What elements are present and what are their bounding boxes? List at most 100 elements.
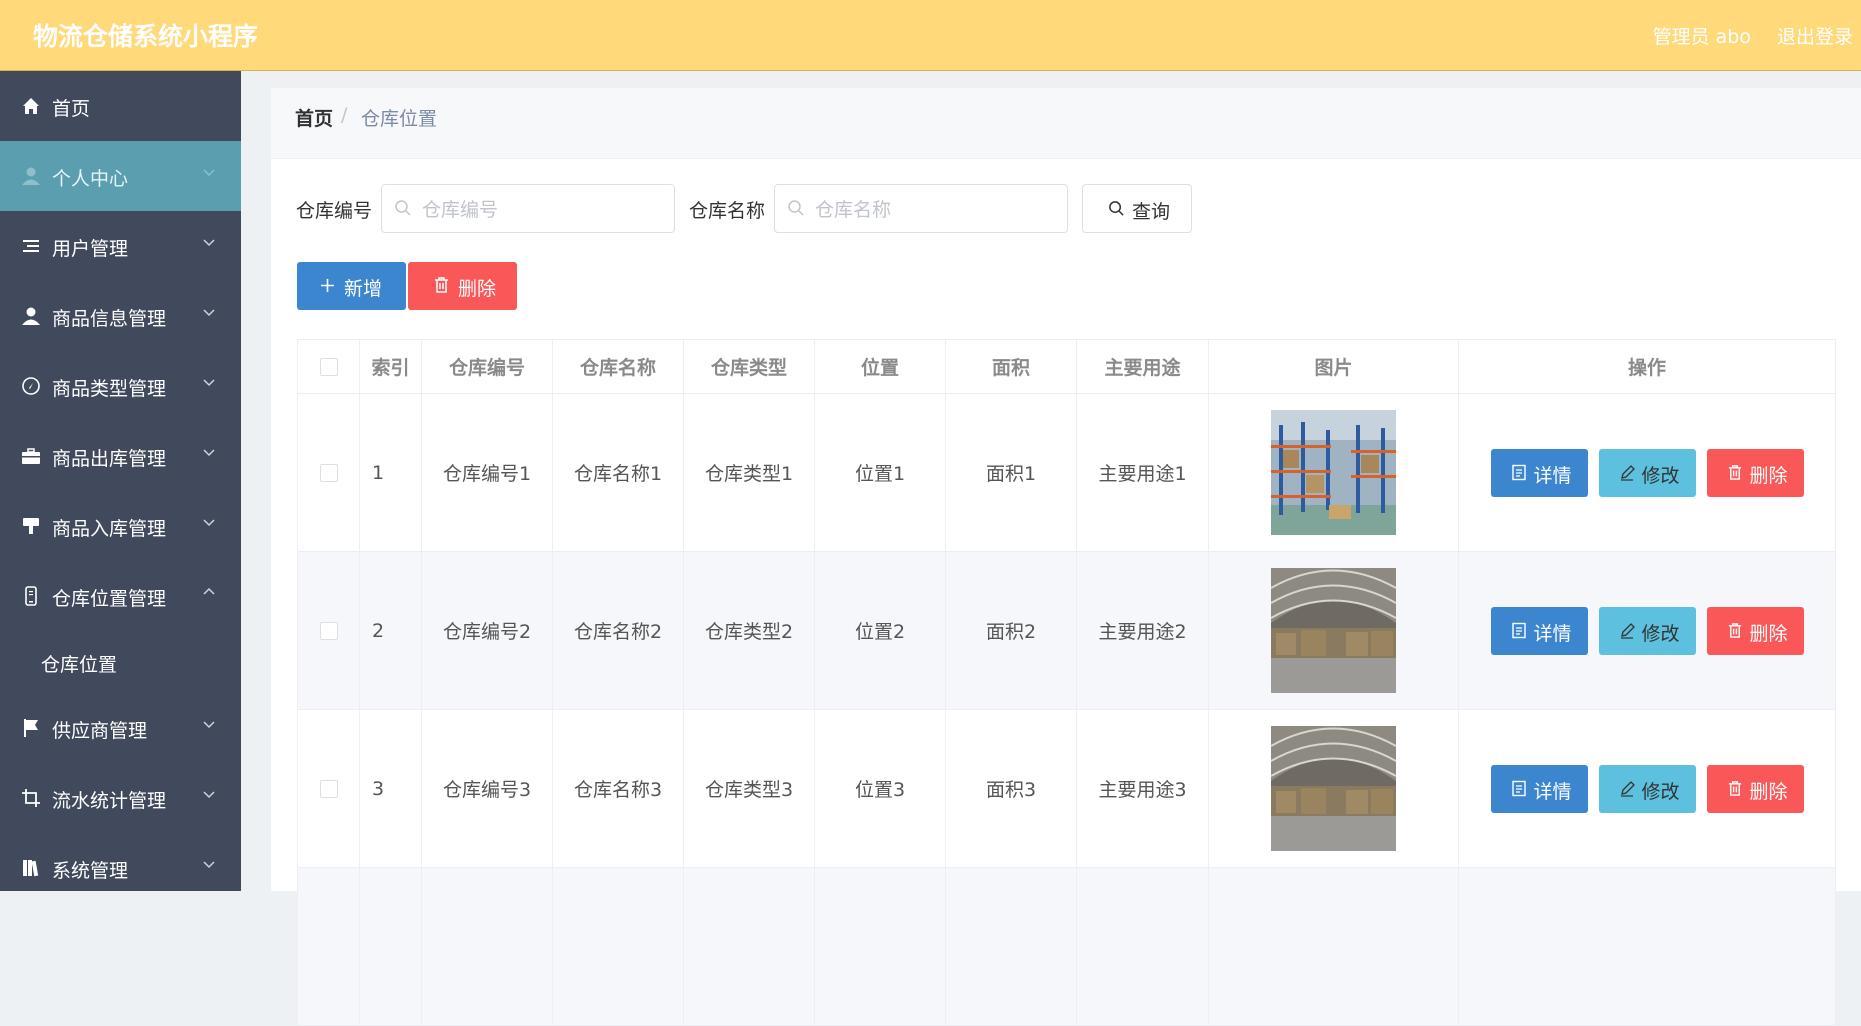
add-button-label: 新增 [344, 278, 383, 300]
chevron-down-icon [203, 169, 215, 177]
cell-warehouse-name: 仓库名称2 [552, 551, 684, 710]
table-row: 3 仓库编号3 仓库名称3 仓库类型3 位置3 面积3 主要用途3 详情 修改 … [297, 709, 1836, 868]
cell-area: 面积1 [945, 393, 1077, 552]
edit-button-label: 修改 [1641, 464, 1680, 487]
cell-warehouse-type: 仓库类型3 [683, 709, 815, 868]
sidebar-item-label: 商品入库管理 [52, 518, 167, 540]
edit-icon [1620, 464, 1635, 481]
edit-button[interactable]: 修改 [1598, 606, 1696, 655]
edit-button[interactable]: 修改 [1598, 764, 1696, 813]
cell-area: 面积2 [945, 551, 1077, 710]
detail-button[interactable]: 详情 [1490, 448, 1588, 497]
trash-icon [1728, 464, 1741, 480]
sidebar-subitem-warehouse-location[interactable]: 仓库位置 [0, 631, 241, 693]
search-icon [1109, 201, 1124, 216]
user-icon [22, 167, 40, 185]
document-icon [1511, 464, 1526, 480]
search-icon [788, 200, 804, 216]
app-title: 物流仓储系统小程序 [33, 22, 259, 51]
edit-icon [1620, 622, 1635, 639]
row-checkbox[interactable] [319, 464, 338, 482]
user-icon [22, 307, 40, 325]
sidebar-subitem-label: 仓库位置 [41, 654, 118, 676]
select-all-checkbox[interactable] [319, 358, 338, 376]
sidebar-item-product-outbound[interactable]: 商品出库管理 [0, 421, 241, 491]
book-icon [23, 860, 39, 877]
warehouse-code-label: 仓库编号 [296, 200, 373, 222]
flag-icon [24, 719, 38, 737]
trash-icon [1728, 622, 1741, 638]
sidebar-item-label: 商品类型管理 [52, 378, 167, 400]
detail-button[interactable]: 详情 [1490, 606, 1588, 655]
cell-location: 位置2 [814, 551, 946, 710]
sidebar-item-personal-center[interactable]: 个人中心 [0, 141, 241, 211]
logout-link[interactable]: 退出登录 [1777, 22, 1853, 49]
sidebar-item-supplier[interactable]: 供应商管理 [0, 693, 241, 763]
crop-icon [22, 789, 40, 807]
cell-actions: 详情 修改 删除 [1458, 709, 1836, 868]
header-usage: 主要用途 [1076, 339, 1209, 394]
warehouse-racks-photo [1271, 410, 1396, 535]
sidebar-item-warehouse-location-management[interactable]: 仓库位置管理 [0, 561, 241, 631]
cell-warehouse-type: 仓库类型2 [683, 551, 815, 710]
cell-warehouse-code: 仓库编号1 [421, 393, 553, 552]
header-select-all[interactable] [297, 339, 360, 394]
home-icon [23, 98, 39, 114]
row-checkbox[interactable] [319, 622, 338, 640]
table-row [297, 867, 1836, 1026]
sidebar-item-system[interactable]: 系统管理 [0, 833, 241, 891]
row-index [359, 867, 422, 1026]
cell-warehouse-code: 仓库编号2 [421, 551, 553, 710]
plus-icon [321, 279, 334, 292]
warehouse-hall-photo [1271, 568, 1396, 693]
warehouse-name-label: 仓库名称 [689, 200, 766, 222]
cell-location: 位置3 [814, 709, 946, 868]
delete-button-label: 删除 [1749, 464, 1788, 487]
sidebar-item-label: 商品信息管理 [52, 308, 167, 330]
list-icon [23, 240, 39, 252]
sidebar-item-statistics[interactable]: 流水统计管理 [0, 763, 241, 833]
cell-area: 面积3 [945, 709, 1077, 868]
add-button[interactable]: 新增 [297, 262, 406, 310]
cell-warehouse-code [421, 867, 553, 1026]
sidebar-item-user-management[interactable]: 用户管理 [0, 211, 241, 281]
edit-icon [1620, 780, 1635, 797]
delete-button[interactable]: 删除 [1706, 606, 1804, 655]
delete-button[interactable]: 删除 [1706, 764, 1804, 813]
cell-image [1208, 393, 1459, 552]
sidebar-item-product-type[interactable]: 商品类型管理 [0, 351, 241, 421]
search-icon [395, 200, 411, 216]
query-button[interactable]: 查询 [1082, 184, 1192, 233]
sidebar-item-product-inbound[interactable]: 商品入库管理 [0, 491, 241, 561]
warehouse-name-field[interactable] [774, 184, 1068, 233]
warehouse-code-field[interactable] [381, 184, 675, 233]
sidebar-item-product-info[interactable]: 商品信息管理 [0, 281, 241, 351]
cell-warehouse-type [683, 867, 815, 1026]
cell-image [1208, 551, 1459, 710]
sidebar-item-home[interactable]: 首页 [0, 71, 241, 141]
breadcrumb-separator: / [341, 104, 348, 126]
sidebar: 首页 个人中心 用户管理 商品信息管理 商品类型管理 商品出库管理 商品入库管理… [0, 71, 241, 891]
sidebar-item-label: 供应商管理 [52, 720, 148, 742]
top-header: 物流仓储系统小程序 管理员 abo 退出登录 [0, 0, 1861, 71]
chevron-up-icon [203, 587, 215, 595]
warehouse-name-input[interactable] [813, 195, 1057, 225]
warehouse-code-input[interactable] [420, 195, 664, 225]
chevron-down-icon [203, 791, 215, 799]
cell-actions: 详情 修改 删除 [1458, 551, 1836, 710]
detail-button[interactable]: 详情 [1490, 764, 1588, 813]
delete-button[interactable]: 删除 [1706, 448, 1804, 497]
header-actions: 操作 [1458, 339, 1836, 394]
document-icon [1511, 780, 1526, 796]
warehouse-hall-photo [1271, 726, 1396, 851]
table-row: 1 仓库编号1 仓库名称1 仓库类型1 位置1 面积1 主要用途1 详情 修改 … [297, 393, 1836, 552]
breadcrumb-home[interactable]: 首页 [295, 104, 333, 131]
edit-button-label: 修改 [1641, 780, 1680, 803]
cell-usage: 主要用途3 [1076, 709, 1209, 868]
compass-icon [22, 377, 40, 395]
row-index: 2 [359, 551, 422, 710]
row-checkbox[interactable] [319, 780, 338, 798]
cell-warehouse-code: 仓库编号3 [421, 709, 553, 868]
edit-button[interactable]: 修改 [1598, 448, 1696, 497]
batch-delete-button[interactable]: 删除 [408, 262, 517, 310]
